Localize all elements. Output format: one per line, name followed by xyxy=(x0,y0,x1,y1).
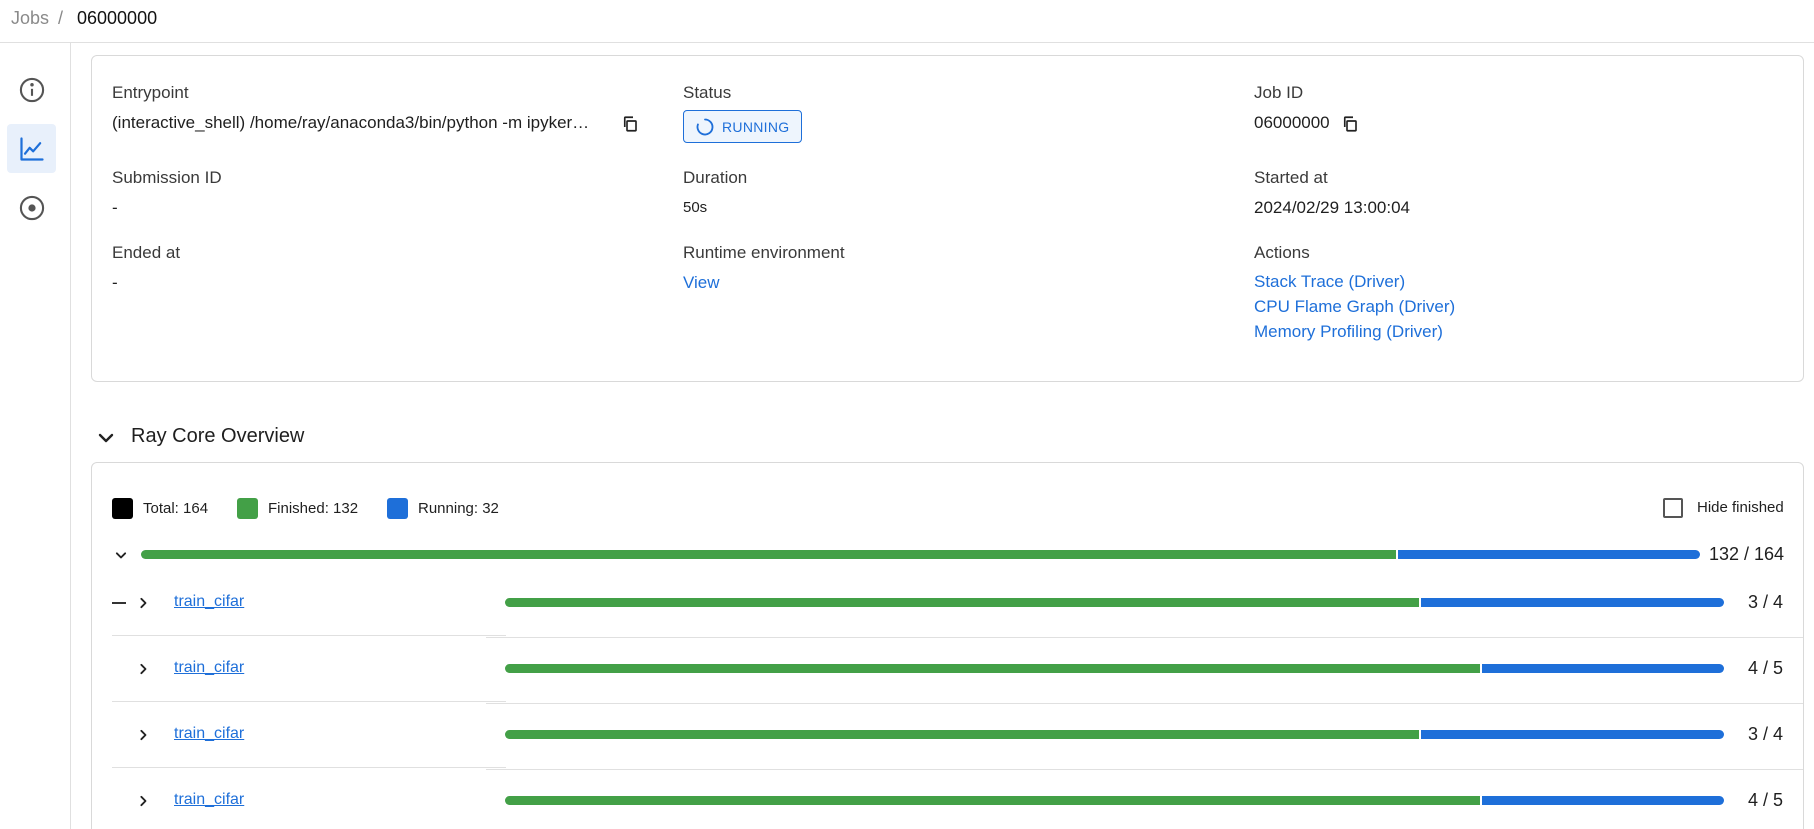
row-indent-dash xyxy=(112,602,126,604)
legend-finished-text: Finished: 132 xyxy=(268,499,359,517)
started-at-label: Started at xyxy=(1254,168,1328,187)
chevron-right-icon xyxy=(140,729,147,741)
task-progress-bar xyxy=(505,664,1724,673)
task-progress-bar xyxy=(505,796,1724,805)
job-id-value: 06000000 xyxy=(1254,113,1330,132)
task-finished-segment xyxy=(505,730,1420,739)
copy-icon xyxy=(623,116,637,132)
task-link[interactable]: train_cifar xyxy=(174,659,244,677)
legend-running: Running: 32 xyxy=(387,497,499,519)
task-progress-bar xyxy=(505,730,1724,739)
row-divider xyxy=(486,703,1803,704)
task-progress-bar xyxy=(505,598,1724,607)
task-link[interactable]: train_cifar xyxy=(174,593,244,611)
status-label: Status xyxy=(683,83,732,102)
entrypoint-value: (interactive_shell) /home/ray/anaconda3/… xyxy=(112,113,590,132)
summary-finished-segment xyxy=(141,550,1396,559)
row-divider xyxy=(112,635,506,636)
task-running-segment xyxy=(1419,598,1724,607)
task-count: 3 / 4 xyxy=(1748,724,1784,744)
overview-title: Ray Core Overview xyxy=(131,425,305,447)
chevron-right-icon xyxy=(140,795,147,807)
runtime-env-label: Runtime environment xyxy=(683,243,845,262)
runtime-env-view-link[interactable]: View xyxy=(683,273,720,293)
hide-finished-checkbox[interactable] xyxy=(1663,498,1683,518)
breadcrumb-current: 06000000 xyxy=(77,8,158,28)
chevron-down-icon xyxy=(115,552,127,559)
radar-icon xyxy=(19,195,44,220)
finished-swatch xyxy=(237,497,258,519)
overview-collapse-button[interactable] xyxy=(94,426,118,450)
status-text: RUNNING xyxy=(722,118,790,135)
legend-total: Total: 164 xyxy=(112,497,208,519)
summary-count: 132 / 164 xyxy=(1709,544,1785,564)
legend-total-text: Total: 164 xyxy=(143,499,209,517)
copy-icon xyxy=(1343,116,1357,132)
breadcrumb-jobs-link[interactable]: Jobs xyxy=(11,8,49,29)
status-badge: RUNNING xyxy=(683,110,802,143)
breadcrumb-separator: / xyxy=(58,8,64,28)
legend-running-text: Running: 32 xyxy=(418,499,499,517)
actions-label: Actions xyxy=(1254,243,1310,262)
duration-value: 50s xyxy=(683,199,708,216)
sidebar-item-cluster[interactable] xyxy=(7,183,56,232)
copy-job-id-button[interactable] xyxy=(1341,115,1359,133)
stack-trace-link[interactable]: Stack Trace (Driver) xyxy=(1254,272,1405,292)
overview-card: Total: 164 Finished: 132 Running: 32 Hid… xyxy=(91,462,1804,829)
copy-entrypoint-button[interactable] xyxy=(621,115,639,133)
breadcrumb: Jobs / 06000000 xyxy=(0,0,1814,43)
entrypoint-label: Entrypoint xyxy=(112,83,189,102)
duration-label: Duration xyxy=(683,168,748,187)
chevron-right-icon xyxy=(140,663,147,675)
summary-expand-button[interactable] xyxy=(111,545,131,565)
started-at-value: 2024/02/29 13:00:04 xyxy=(1254,198,1410,217)
row-expand-button[interactable] xyxy=(133,725,153,745)
sidebar xyxy=(0,43,71,829)
task-running-segment xyxy=(1480,796,1724,805)
task-running-segment xyxy=(1419,730,1724,739)
task-count: 3 / 4 xyxy=(1748,592,1784,612)
row-divider xyxy=(112,767,506,768)
job-info-card: Entrypoint (interactive_shell) /home/ray… xyxy=(91,55,1804,382)
sidebar-item-overview[interactable] xyxy=(7,124,56,173)
chevron-right-icon xyxy=(140,597,147,609)
sidebar-item-info[interactable] xyxy=(7,65,56,114)
legend-finished: Finished: 132 xyxy=(237,497,358,519)
chart-icon xyxy=(19,136,44,161)
memory-profiling-link[interactable]: Memory Profiling (Driver) xyxy=(1254,322,1443,342)
job-id-label: Job ID xyxy=(1254,83,1304,102)
info-icon xyxy=(19,77,44,102)
task-finished-segment xyxy=(505,796,1481,805)
task-count: 4 / 5 xyxy=(1748,658,1784,678)
row-expand-button[interactable] xyxy=(133,791,153,811)
hide-finished-label: Hide finished xyxy=(1697,499,1784,516)
cpu-flame-graph-link[interactable]: CPU Flame Graph (Driver) xyxy=(1254,297,1455,317)
task-link[interactable]: train_cifar xyxy=(174,725,244,743)
task-finished-segment xyxy=(505,664,1481,673)
row-divider xyxy=(112,701,506,702)
summary-running-segment xyxy=(1395,550,1700,559)
task-link[interactable]: train_cifar xyxy=(174,791,244,809)
submission-id-value: - xyxy=(112,198,118,217)
row-divider xyxy=(486,637,1803,638)
ended-at-value: - xyxy=(112,273,118,292)
total-swatch xyxy=(112,497,133,519)
row-expand-button[interactable] xyxy=(133,659,153,679)
running-swatch xyxy=(387,497,408,519)
summary-progress-bar xyxy=(141,550,1700,559)
task-count: 4 / 5 xyxy=(1748,790,1784,810)
ended-at-label: Ended at xyxy=(112,243,181,262)
task-finished-segment xyxy=(505,598,1420,607)
loading-icon xyxy=(696,118,714,135)
submission-id-label: Submission ID xyxy=(112,168,222,187)
row-expand-button[interactable] xyxy=(133,593,153,613)
task-running-segment xyxy=(1480,664,1724,673)
chevron-down-icon xyxy=(98,433,114,443)
row-divider xyxy=(486,769,1803,770)
